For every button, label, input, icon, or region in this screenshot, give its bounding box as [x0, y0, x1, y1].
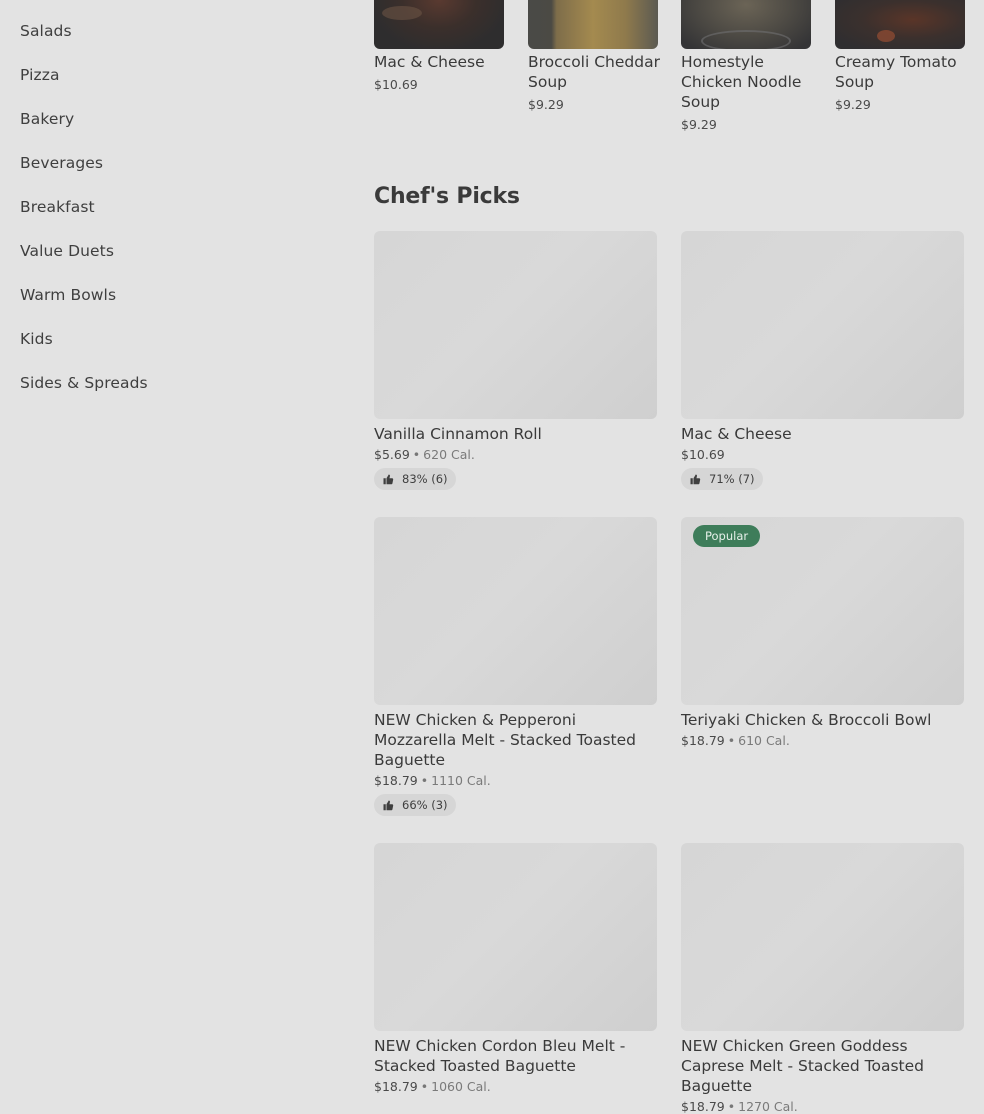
rating-pill: 66% (3) [374, 794, 456, 816]
food-image-placeholder: Popular [681, 517, 964, 705]
menu-item-name: Vanilla Cinnamon Roll [374, 425, 542, 443]
rating-value: 71% (7) [709, 472, 755, 486]
menu-item-meta: $18.79 • 1110 Cal. [374, 773, 657, 788]
sidebar-item-warm-bowls[interactable]: Warm Bowls [20, 286, 116, 304]
thumbs-up-icon [383, 474, 394, 485]
rating-value: 83% (6) [402, 472, 448, 486]
menu-item-name: Mac & Cheese [681, 425, 792, 443]
food-image [835, 0, 965, 49]
menu-item-price: $9.29 [528, 97, 564, 112]
meta-separator: • [727, 733, 736, 748]
rating-pill: 71% (7) [681, 468, 763, 490]
menu-item-price: $10.69 [374, 77, 418, 92]
food-image-placeholder [681, 843, 964, 1031]
menu-item-price: $18.79 [374, 1079, 418, 1094]
popular-badge: Popular [693, 525, 761, 547]
menu-item-calories: 1270 Cal. [738, 1099, 798, 1114]
menu-item-name: NEW Chicken Cordon Bleu Melt - Stacked T… [374, 1037, 626, 1075]
menu-item-price: $18.79 [681, 733, 725, 748]
food-image-placeholder [681, 231, 964, 419]
menu-item-price: $18.79 [374, 773, 418, 788]
menu-item-price: $9.29 [681, 117, 717, 132]
meta-separator: • [412, 447, 421, 462]
menu-item-card[interactable]: Broccoli Cheddar Soup $9.29 [528, 0, 660, 112]
meta-separator: • [727, 1099, 736, 1114]
food-image [681, 0, 811, 49]
menu-item-calories: 610 Cal. [738, 733, 790, 748]
menu-item-card[interactable]: Mac & Cheese $10.69 [374, 0, 504, 92]
menu-item-card[interactable]: Popular Teriyaki Chicken & Broccoli Bowl… [681, 517, 964, 748]
menu-item-name: Homestyle Chicken Noodle Soup [681, 53, 802, 111]
food-image [528, 0, 658, 49]
menu-item-price: $18.79 [681, 1099, 725, 1114]
sidebar-item-beverages[interactable]: Beverages [20, 154, 103, 172]
menu-item-calories: 620 Cal. [423, 447, 475, 462]
menu-item-meta: $18.79 • 1060 Cal. [374, 1079, 657, 1094]
sidebar-item-salads[interactable]: Salads [20, 22, 72, 40]
sidebar-item-pizza[interactable]: Pizza [20, 66, 60, 84]
sidebar-item-bakery[interactable]: Bakery [20, 110, 74, 128]
menu-item-meta: $18.79 • 1270 Cal. [681, 1099, 964, 1114]
menu-item-name: NEW Chicken & Pepperoni Mozzarella Melt … [374, 711, 636, 769]
menu-item-card[interactable]: Mac & Cheese $10.69 71% (7) [681, 231, 964, 490]
menu-item-price: $5.69 [374, 447, 410, 462]
menu-item-price: $9.29 [835, 97, 871, 112]
sidebar-item-sides-spreads[interactable]: Sides & Spreads [20, 374, 148, 392]
menu-item-card[interactable]: Vanilla Cinnamon Roll $5.69 • 620 Cal. 83%… [374, 231, 657, 490]
menu-item-calories: 1060 Cal. [431, 1079, 491, 1094]
section-title-chefs-picks: Chef's Picks [374, 184, 520, 209]
thumbs-up-icon [383, 800, 394, 811]
meta-separator: • [420, 1079, 429, 1094]
menu-item-card[interactable]: Homestyle Chicken Noodle Soup $9.29 [681, 0, 811, 132]
rating-value: 66% (3) [402, 798, 448, 812]
sidebar-item-value-duets[interactable]: Value Duets [20, 242, 114, 260]
sidebar-item-breakfast[interactable]: Breakfast [20, 198, 95, 216]
menu-item-card[interactable]: NEW Chicken & Pepperoni Mozzarella Melt … [374, 517, 657, 816]
menu-item-card[interactable]: Creamy Tomato Soup $9.29 [835, 0, 965, 112]
menu-item-name: Broccoli Cheddar Soup [528, 53, 660, 91]
menu-item-card[interactable]: NEW Chicken Cordon Bleu Melt - Stacked T… [374, 843, 657, 1094]
menu-item-meta: $18.79 • 610 Cal. [681, 733, 964, 748]
menu-item-name: NEW Chicken Green Goddess Caprese Melt -… [681, 1037, 925, 1095]
menu-item-name: Creamy Tomato Soup [835, 53, 957, 91]
sidebar-item-kids[interactable]: Kids [20, 330, 53, 348]
food-image [374, 0, 504, 49]
menu-item-card[interactable]: NEW Chicken Green Goddess Caprese Melt -… [681, 843, 964, 1114]
menu-item-name: Mac & Cheese [374, 53, 485, 71]
rating-pill: 83% (6) [374, 468, 456, 490]
food-image-placeholder [374, 517, 657, 705]
food-image-placeholder [374, 843, 657, 1031]
menu-item-price: $10.69 [681, 447, 725, 462]
meta-separator: • [420, 773, 429, 788]
thumbs-up-icon [690, 474, 701, 485]
menu-item-meta: $10.69 [681, 447, 964, 462]
food-image-placeholder [374, 231, 657, 419]
menu-item-calories: 1110 Cal. [431, 773, 491, 788]
menu-item-name: Teriyaki Chicken & Broccoli Bowl [681, 711, 932, 729]
menu-item-meta: $5.69 • 620 Cal. [374, 447, 657, 462]
